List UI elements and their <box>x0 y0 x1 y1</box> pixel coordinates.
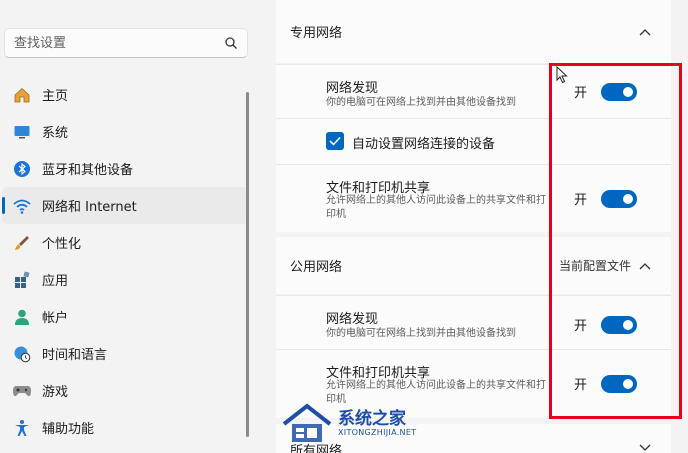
auto-setup-checkbox[interactable] <box>326 132 344 150</box>
search-box[interactable] <box>4 28 248 58</box>
private-sharing-toggle-group[interactable]: 开 <box>574 189 638 208</box>
private-discovery-toggle-group[interactable]: 开 <box>574 82 638 101</box>
private-sharing-toggle[interactable] <box>601 189 638 208</box>
auto-setup-row[interactable]: 自动设置网络连接的设备 <box>276 119 671 164</box>
home-icon <box>12 85 32 105</box>
setting-description: 你的电脑可在网络上找到并由其他设备找到 <box>326 97 516 108</box>
main-content: 专用网络 网络发现 你的电脑可在网络上找到并由其他设备找到 开 自动设置网络连接… <box>276 0 671 453</box>
search-input[interactable] <box>5 29 215 57</box>
house-logo-icon <box>282 403 332 442</box>
sidebar-item-label: 游戏 <box>42 385 69 400</box>
sidebar-item-home[interactable]: 主页 <box>2 76 248 113</box>
chevron-up-icon[interactable] <box>639 28 651 36</box>
private-discovery-toggle[interactable] <box>601 82 638 101</box>
sidebar-item-label: 帐户 <box>42 311 69 326</box>
sidebar-scrollbar[interactable] <box>246 92 249 437</box>
account-icon <box>12 307 32 327</box>
bluetooth-icon <box>12 159 32 179</box>
mouse-cursor-icon <box>556 66 568 84</box>
accessibility-icon <box>12 418 32 438</box>
checkmark-icon <box>329 136 341 146</box>
auto-setup-label: 自动设置网络连接的设备 <box>352 137 496 152</box>
sidebar-item-accessibility[interactable]: 辅助功能 <box>2 409 248 446</box>
sidebar-item-bluetooth[interactable]: 蓝牙和其他设备 <box>2 150 248 187</box>
public-network-title: 公用网络 <box>290 260 343 275</box>
chevron-down-icon[interactable] <box>639 444 651 452</box>
public-discovery-row: 网络发现 你的电脑可在网络上找到并由其他设备找到 开 <box>276 296 671 349</box>
search-icon[interactable] <box>224 36 238 50</box>
brush-icon <box>12 233 32 253</box>
setting-title: 网络发现 <box>326 312 379 327</box>
toggle-state: 开 <box>574 378 588 393</box>
toggle-state: 开 <box>574 86 588 101</box>
private-discovery-row: 网络发现 你的电脑可在网络上找到并由其他设备找到 开 <box>276 65 671 118</box>
setting-description: 允许网络上的其他人访问此设备上的共享文件和打印机 <box>326 195 546 220</box>
public-sharing-toggle[interactable] <box>601 374 638 393</box>
public-sharing-toggle-group[interactable]: 开 <box>574 374 638 393</box>
toggle-state: 开 <box>574 319 588 334</box>
setting-description: 你的电脑可在网络上找到并由其他设备找到 <box>326 328 516 339</box>
private-sharing-row: 文件和打印机共享 允许网络上的其他人访问此设备上的共享文件和打印机 开 <box>276 165 671 232</box>
current-profile-badge: 当前配置文件 <box>558 259 631 273</box>
public-discovery-toggle-group[interactable]: 开 <box>574 315 638 334</box>
sidebar: 主页 系统 蓝牙和其他设备 网络和 Internet 个性化 <box>0 0 262 453</box>
sidebar-item-label: 系统 <box>42 126 69 141</box>
sidebar-item-personalization[interactable]: 个性化 <box>2 224 248 261</box>
gamepad-icon <box>12 381 32 401</box>
sidebar-item-label: 蓝牙和其他设备 <box>42 163 134 178</box>
watermark-title: 系统之家 <box>338 409 406 429</box>
watermark-subtitle: XITONGZHIJIA.NET <box>338 428 417 437</box>
apps-icon <box>12 270 32 290</box>
watermark: 系统之家 XITONGZHIJIA.NET <box>276 398 416 448</box>
sidebar-item-system[interactable]: 系统 <box>2 113 248 150</box>
sidebar-item-label: 个性化 <box>42 237 82 252</box>
private-network-header[interactable]: 专用网络 <box>276 0 671 63</box>
sidebar-item-apps[interactable]: 应用 <box>2 261 248 298</box>
toggle-state: 开 <box>574 193 588 208</box>
globe-clock-icon <box>12 344 32 364</box>
chevron-up-icon[interactable] <box>639 262 651 270</box>
sidebar-item-gaming[interactable]: 游戏 <box>2 372 248 409</box>
private-network-title: 专用网络 <box>290 26 343 41</box>
sidebar-item-label: 辅助功能 <box>42 422 95 437</box>
system-icon <box>12 122 32 142</box>
sidebar-item-label: 主页 <box>42 89 69 104</box>
sidebar-item-label: 网络和 Internet <box>42 200 137 215</box>
sidebar-item-time-language[interactable]: 时间和语言 <box>2 335 248 372</box>
sidebar-item-network[interactable]: 网络和 Internet <box>2 187 248 224</box>
active-indicator <box>2 197 5 214</box>
public-discovery-toggle[interactable] <box>601 315 638 334</box>
sidebar-item-label: 应用 <box>42 274 69 289</box>
sidebar-item-accounts[interactable]: 帐户 <box>2 298 248 335</box>
wifi-icon <box>12 196 32 216</box>
sidebar-nav: 主页 系统 蓝牙和其他设备 网络和 Internet 个性化 应用 帐户 时间和… <box>0 76 248 446</box>
setting-title: 网络发现 <box>326 81 379 96</box>
window-edge <box>671 0 688 453</box>
public-network-header[interactable]: 公用网络 当前配置文件 <box>276 237 671 294</box>
sidebar-item-label: 时间和语言 <box>42 348 108 363</box>
